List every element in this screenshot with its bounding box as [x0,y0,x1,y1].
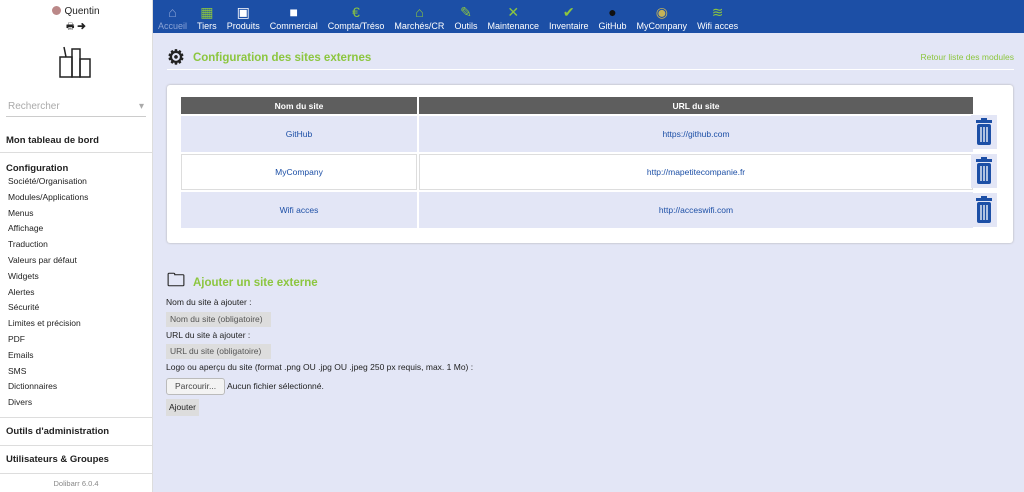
site-url[interactable]: https://github.com [419,116,973,152]
browse-button[interactable]: Parcourir... [166,377,226,395]
nav-commercial[interactable]: ■ Commercial [265,0,323,31]
sidebar-item[interactable]: Valeurs par défaut [0,253,152,269]
avatar [52,6,62,15]
top-nav: ⌂ Accueil ▦ Tiers ▣ Produits ■ Commercial € Compt… [153,0,1024,33]
nav-tiers[interactable]: ▦ Tiers [192,0,222,31]
header-url: URL du site [419,97,973,114]
inventory-icon: ✔ [562,4,575,20]
url-label: URL du site à ajouter : [166,329,251,340]
site-url[interactable]: http://acceswifi.com [419,192,973,228]
logo-label: Logo ou aperçu du site (format .png OU .… [166,362,474,372]
trash-icon[interactable] [971,154,997,188]
nav-label: Accueil [158,21,188,31]
chevron-down-icon: ▾ [138,101,144,112]
nav-label: Maintenance [487,21,539,31]
briefcase-icon: ■ [289,4,298,20]
site-url[interactable]: http://mapetitecompanie.fr [419,154,973,190]
sites-table: Nom du site URL du site GitHub https://git… [179,95,975,230]
sidebar-item[interactable]: Sécurité [0,300,152,316]
header-name: Nom du site [181,97,417,114]
sidebar-item[interactable]: Alertes [0,285,152,301]
github-icon: ● [608,4,617,20]
table-row: MyCompany http://mapetitecompanie.fr [181,154,973,190]
print-icon[interactable]: 🖶 [66,21,75,31]
sidebar-dashboard[interactable]: Mon tableau de bord [0,135,152,146]
site-name-input[interactable]: Nom du site (obligatoire) [166,311,271,327]
user-menu[interactable]: Quentin [0,6,152,17]
home-icon: ⌂ [168,4,177,20]
trash-icon[interactable] [971,193,997,227]
no-file-text: Aucun fichier sélectionné. [227,380,324,391]
sidebar-item[interactable]: Limites et précision [0,316,152,332]
page-title: Configuration des sites externes [192,51,372,64]
company-logo [59,46,91,78]
sidebar-users-groups[interactable]: Utilisateurs & Groupes [0,454,152,465]
search-input[interactable]: Rechercher ▾ [6,97,146,117]
site-name[interactable]: MyCompany [181,154,417,190]
nav-wifi-acces[interactable]: ≋ Wifi acces [692,0,743,31]
nav-march-s-cr[interactable]: ⌂ Marchés/CR [389,0,449,31]
sidebar: Quentin 🖶 ➜ Rechercher ▾ Mon tableau de b… [0,0,153,492]
nav-inventaire[interactable]: ✔ Inventaire [544,0,594,31]
sidebar-item[interactable]: Affichage [0,221,152,237]
nav-label: Commercial [269,21,318,31]
add-button[interactable]: Ajouter [166,399,199,416]
sidebar-admin-tools[interactable]: Outils d'administration [0,426,152,437]
nav-label: GitHub [598,21,627,31]
sidebar-item[interactable]: Traduction [0,237,152,253]
nav-label: Compta/Tréso [327,21,385,31]
search-placeholder: Rechercher [8,101,60,112]
wifi-icon: ≋ [711,4,724,20]
table-row: GitHub https://github.com [181,116,973,152]
nav-label: Outils [454,21,478,31]
sidebar-item[interactable]: Société/Organisation [0,174,152,190]
sidebar-item[interactable]: Widgets [0,269,152,285]
gear-icon: ⚙ [167,47,185,69]
nav-label: Marchés/CR [394,21,445,31]
sites-table-card: Nom du site URL du site GitHub https://git… [167,85,1013,243]
back-link[interactable]: Retour liste des modules [920,52,1014,62]
site-name[interactable]: GitHub [181,116,417,152]
nav-accueil[interactable]: ⌂ Accueil [153,0,192,31]
main-content: ⚙ Configuration des sites externes Retour… [153,33,1024,492]
sidebar-item[interactable]: Divers [0,395,152,411]
nav-produits[interactable]: ▣ Produits [222,0,265,31]
euro-icon: € [352,4,360,20]
trash-icon[interactable] [971,115,997,149]
pencil-icon: ✎ [460,4,472,20]
image-icon: ▣ [236,4,250,20]
logout-icon[interactable]: ➜ [77,21,86,31]
nav-label: Wifi acces [697,21,739,31]
sidebar-item[interactable]: Emails [0,348,152,364]
nav-github[interactable]: ● GitHub [594,0,632,31]
site-url-input[interactable]: URL du site (obligatoire) [166,344,271,359]
nav-label: Produits [226,21,260,31]
user-name: Quentin [64,6,100,17]
version-label: Dolibarr 6.0.4 [53,479,99,488]
nav-label: MyCompany [636,21,688,31]
sidebar-item[interactable]: Dictionnaires [0,379,152,395]
bank-icon: ⌂ [415,4,424,20]
table-row: Wifi acces http://acceswifi.com [181,192,973,228]
add-site-form: Nom du site à ajouter : Nom du site (obl… [166,295,473,416]
sidebar-item[interactable]: SMS [0,364,152,380]
nav-label: Inventaire [549,21,589,31]
tools-icon: ✕ [507,4,520,20]
name-label: Nom du site à ajouter : [166,297,252,307]
add-title: Ajouter un site externe [193,277,318,289]
mycompany-icon: ◉ [655,4,668,20]
nav-maintenance[interactable]: ✕ Maintenance [482,0,544,31]
nav-compta-tr-so[interactable]: € Compta/Tréso [323,0,390,31]
nav-mycompany[interactable]: ◉ MyCompany [632,0,693,31]
sidebar-item[interactable]: PDF [0,332,152,348]
sidebar-item[interactable]: Modules/Applications [0,190,152,206]
nav-label: Tiers [197,21,217,31]
site-name[interactable]: Wifi acces [181,192,417,228]
sidebar-configuration[interactable]: Configuration [0,163,152,174]
folder-icon: 🗀 [167,270,185,290]
building-icon: ▦ [200,4,214,20]
nav-outils[interactable]: ✎ Outils [449,0,482,31]
sidebar-item[interactable]: Menus [0,206,152,222]
